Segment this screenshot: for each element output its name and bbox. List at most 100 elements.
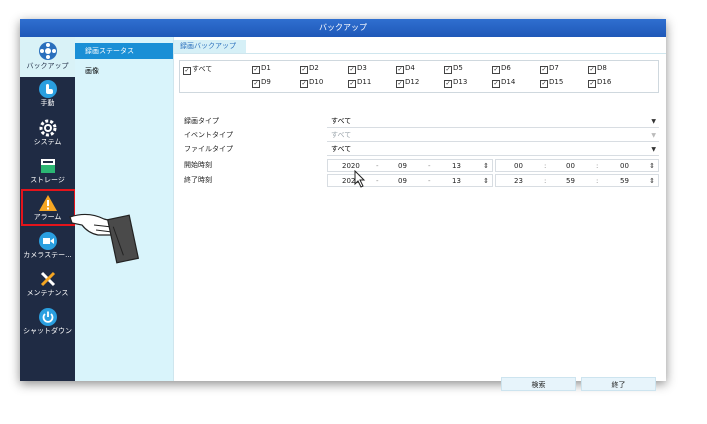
sidebar-item-maintenance[interactable]: メンテナンス bbox=[20, 270, 75, 306]
record-type-select[interactable]: すべて ▼ bbox=[327, 115, 659, 128]
checkbox-channel[interactable]: ✓ D1 bbox=[252, 64, 271, 74]
checkbox-channel[interactable]: ✓ D15 bbox=[540, 78, 563, 88]
sidebar-item-system[interactable]: システム bbox=[20, 119, 75, 155]
checkbox-channel[interactable]: ✓ D4 bbox=[396, 64, 415, 74]
event-type-label: イベントタイプ bbox=[184, 131, 233, 139]
file-type-label: ファイルタイプ bbox=[184, 145, 233, 153]
day-value: 13 bbox=[452, 162, 461, 170]
hand-click-icon bbox=[38, 80, 57, 98]
start-time-label: 開始時刻 bbox=[184, 161, 212, 169]
gear-icon bbox=[39, 119, 56, 137]
select-value: すべて bbox=[331, 131, 352, 139]
checkbox-all[interactable]: ✓ すべて bbox=[183, 64, 212, 75]
second-value: 00 bbox=[620, 162, 629, 170]
check-icon: ✓ bbox=[540, 66, 548, 74]
checkbox-channel[interactable]: ✓ D3 bbox=[348, 64, 367, 74]
start-time-field[interactable]: 00 : 00 : 00 ⇕ bbox=[495, 159, 659, 172]
checkbox-label: D1 bbox=[261, 64, 271, 72]
main-panel: 録画バックアップ ✓ すべて ✓ D1 ✓ D2 ✓ D3 ✓ D4 ✓ D5 ✓ D6 ✓ D… bbox=[174, 37, 666, 391]
checkbox-label: D8 bbox=[597, 64, 607, 72]
checkbox-channel[interactable]: ✓ D2 bbox=[300, 64, 319, 74]
checkbox-channel[interactable]: ✓ D10 bbox=[300, 78, 323, 88]
end-date-field[interactable]: 2020 - 09 - 13 ⇕ bbox=[327, 174, 493, 187]
check-icon: ✓ bbox=[348, 66, 356, 74]
sidebar-item-backup[interactable]: バックアップ bbox=[20, 37, 75, 77]
minute-value: 00 bbox=[566, 162, 575, 170]
sidebar-item-label: シャットダウン bbox=[23, 327, 72, 335]
date-separator: - bbox=[428, 162, 431, 170]
date-separator: - bbox=[376, 162, 379, 170]
checkbox-channel[interactable]: ✓ D5 bbox=[444, 64, 463, 74]
checkbox-channel[interactable]: ✓ D12 bbox=[396, 78, 419, 88]
sidebar-item-label: バックアップ bbox=[26, 62, 69, 70]
tab-record-backup[interactable]: 録画バックアップ bbox=[174, 40, 246, 53]
spinner-icon[interactable]: ⇕ bbox=[649, 175, 655, 188]
check-icon: ✓ bbox=[252, 66, 260, 74]
checkbox-channel[interactable]: ✓ D11 bbox=[348, 78, 371, 88]
checkbox-channel[interactable]: ✓ D8 bbox=[588, 64, 607, 74]
search-button[interactable]: 検索 bbox=[501, 377, 576, 391]
tab-divider bbox=[174, 53, 666, 54]
end-time-row: 終了時刻 2020 - 09 - 13 ⇕ 23 : 59 : 59 ⇕ bbox=[179, 174, 659, 187]
check-icon: ✓ bbox=[444, 66, 452, 74]
pointing-hand-icon bbox=[69, 213, 140, 264]
checkbox-label: すべて bbox=[192, 65, 213, 73]
time-separator: : bbox=[596, 162, 599, 170]
hour-value: 00 bbox=[514, 162, 523, 170]
app-window: バックアップ バックアップ 手動 システム ストレージ アラーム カメラステー.… bbox=[20, 19, 666, 391]
checkbox-channel[interactable]: ✓ D13 bbox=[444, 78, 467, 88]
check-icon: ✓ bbox=[396, 80, 404, 88]
event-type-select[interactable]: すべて ▼ bbox=[327, 129, 659, 142]
spinner-icon[interactable]: ⇕ bbox=[483, 160, 489, 173]
checkbox-label: D15 bbox=[549, 78, 564, 86]
day-value: 13 bbox=[452, 177, 461, 185]
end-time-label: 終了時刻 bbox=[184, 176, 212, 184]
checkbox-channel[interactable]: ✓ D6 bbox=[492, 64, 511, 74]
checkbox-channel[interactable]: ✓ D16 bbox=[588, 78, 611, 88]
spinner-icon[interactable]: ⇕ bbox=[649, 160, 655, 173]
check-icon: ✓ bbox=[492, 66, 500, 74]
file-type-select[interactable]: すべて ▼ bbox=[327, 143, 659, 156]
start-date-field[interactable]: 2020 - 09 - 13 ⇕ bbox=[327, 159, 493, 172]
mouse-cursor-icon bbox=[354, 170, 366, 188]
checkbox-label: D11 bbox=[357, 78, 372, 86]
check-icon: ✓ bbox=[396, 66, 404, 74]
sidebar-item-label: 手動 bbox=[40, 99, 55, 107]
window-title: バックアップ bbox=[20, 19, 666, 37]
checkbox-label: D13 bbox=[453, 78, 468, 86]
sidebar-item-storage[interactable]: ストレージ bbox=[20, 157, 75, 193]
channel-selector: ✓ すべて ✓ D1 ✓ D2 ✓ D3 ✓ D4 ✓ D5 ✓ D6 ✓ D7 ✓ D8 ✓ D9… bbox=[179, 60, 659, 93]
start-time-row: 開始時刻 2020 - 09 - 13 ⇕ 00 : 00 : 00 ⇕ bbox=[179, 159, 659, 172]
check-icon: ✓ bbox=[183, 67, 191, 75]
sidebar-item-camera-status[interactable]: カメラステー... bbox=[20, 232, 75, 268]
checkbox-label: D3 bbox=[357, 64, 367, 72]
checkbox-channel[interactable]: ✓ D7 bbox=[540, 64, 559, 74]
select-value: すべて bbox=[331, 117, 352, 125]
date-separator: - bbox=[376, 177, 379, 185]
sidebar-item-shutdown[interactable]: シャットダウン bbox=[20, 308, 75, 344]
checkbox-channel[interactable]: ✓ D14 bbox=[492, 78, 515, 88]
spinner-icon[interactable]: ⇕ bbox=[483, 175, 489, 188]
subnav-item-record-status[interactable]: 録画ステータス bbox=[75, 43, 173, 59]
checkbox-label: D10 bbox=[309, 78, 324, 86]
minute-value: 59 bbox=[566, 177, 575, 185]
file-type-row: ファイルタイプ すべて ▼ bbox=[179, 143, 659, 156]
subnav-item-image[interactable]: 画像 bbox=[75, 63, 173, 79]
sidebar-item-label: システム bbox=[33, 138, 62, 146]
dropdown-arrow-icon: ▼ bbox=[651, 118, 656, 125]
select-value: すべて bbox=[331, 145, 352, 153]
check-icon: ✓ bbox=[300, 80, 308, 88]
sidebar-item-manual[interactable]: 手動 bbox=[20, 80, 75, 116]
checkbox-channel[interactable]: ✓ D9 bbox=[252, 78, 271, 88]
check-icon: ✓ bbox=[588, 66, 596, 74]
checkbox-label: D9 bbox=[261, 78, 271, 86]
checkbox-label: D7 bbox=[549, 64, 559, 72]
end-time-field[interactable]: 23 : 59 : 59 ⇕ bbox=[495, 174, 659, 187]
checkbox-label: D4 bbox=[405, 64, 415, 72]
checkbox-label: D2 bbox=[309, 64, 319, 72]
sidebar-item-label: カメラステー... bbox=[23, 251, 72, 259]
check-icon: ✓ bbox=[252, 80, 260, 88]
exit-button[interactable]: 終了 bbox=[581, 377, 656, 391]
checkbox-label: D12 bbox=[405, 78, 420, 86]
time-separator: : bbox=[544, 162, 547, 170]
